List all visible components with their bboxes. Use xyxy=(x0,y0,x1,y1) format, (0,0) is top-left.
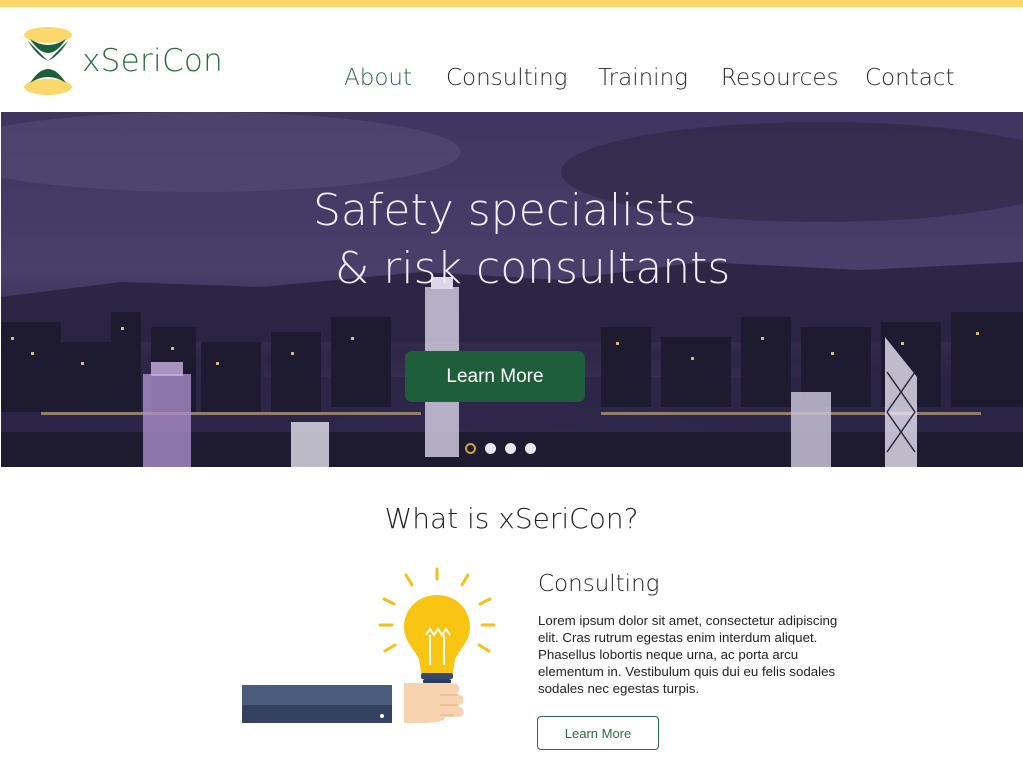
lightbulb-hand-icon xyxy=(242,567,496,725)
main-nav: About Consulting Training Resources Cont… xyxy=(0,65,1023,95)
hero-banner: Safety specialists & risk consultants Le… xyxy=(1,112,1023,467)
top-accent-bar xyxy=(0,0,1023,7)
hero-title-line-1: Safety specialists xyxy=(313,185,697,236)
site-header: xSeriCon About Consulting Training Resou… xyxy=(0,7,1023,112)
nav-item-training[interactable]: Training xyxy=(598,65,688,91)
nav-item-about[interactable]: About xyxy=(344,65,412,91)
carousel-dot-1[interactable] xyxy=(465,443,476,454)
carousel-dot-3[interactable] xyxy=(505,443,516,454)
nav-item-resources[interactable]: Resources xyxy=(721,65,838,91)
section-heading: What is xSeriCon? xyxy=(384,502,639,535)
card-learn-more-button[interactable]: Learn More xyxy=(537,716,659,750)
nav-item-consulting[interactable]: Consulting xyxy=(446,65,567,91)
hero-learn-more-button[interactable]: Learn More xyxy=(405,351,585,402)
card-title: Consulting xyxy=(538,571,660,597)
hero-title-line-2: & risk consultants xyxy=(335,243,731,294)
card-description: Lorem ipsum dolor sit amet, consectetur … xyxy=(538,613,838,696)
nav-item-contact[interactable]: Contact xyxy=(865,65,954,91)
carousel-dot-4[interactable] xyxy=(525,443,536,454)
carousel-dot-2[interactable] xyxy=(485,443,496,454)
